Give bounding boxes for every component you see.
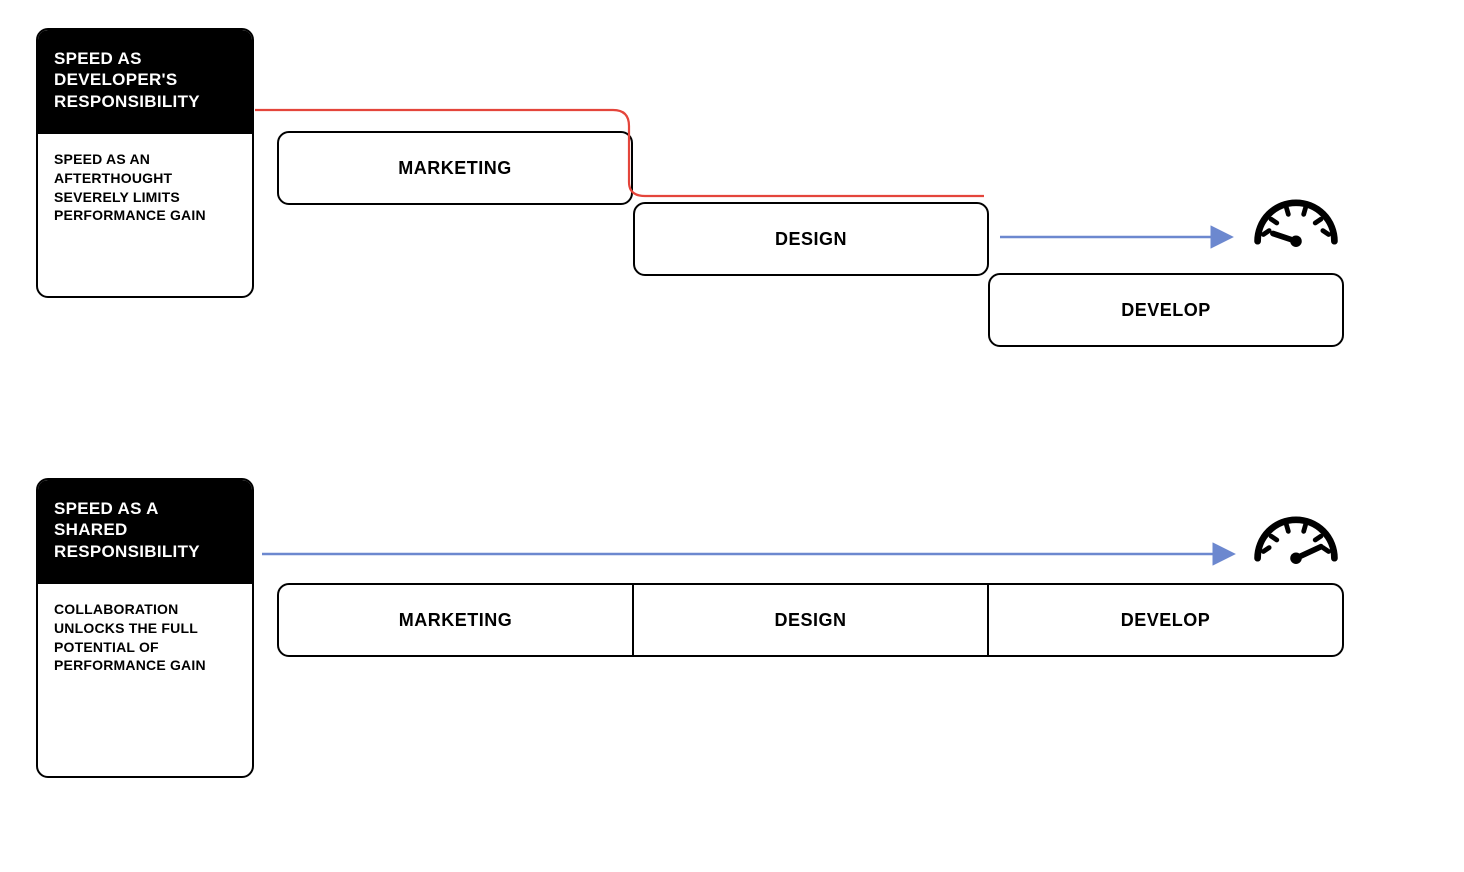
stage-label: DEVELOP bbox=[1121, 610, 1211, 631]
stage-label: DESIGN bbox=[775, 229, 847, 250]
stage-label: DEVELOP bbox=[1121, 300, 1211, 321]
stage-box-develop-top: DEVELOP bbox=[988, 273, 1344, 347]
stage-box-marketing-top: MARKETING bbox=[277, 131, 633, 205]
card-shared-responsibility: SPEED AS A SHARED RESPONSIBILITY COLLABO… bbox=[36, 478, 254, 778]
diagram-canvas: SPEED AS DEVELOPER'S RESPONSIBILITY SPEE… bbox=[0, 0, 1464, 872]
card-developer-responsibility: SPEED AS DEVELOPER'S RESPONSIBILITY SPEE… bbox=[36, 28, 254, 298]
card-title: SPEED AS DEVELOPER'S RESPONSIBILITY bbox=[38, 30, 252, 134]
stage-box-marketing-bottom: MARKETING bbox=[279, 585, 632, 655]
stage-label: DESIGN bbox=[774, 610, 846, 631]
card-title: SPEED AS A SHARED RESPONSIBILITY bbox=[38, 480, 252, 584]
speedometer-icon bbox=[1248, 186, 1344, 258]
stage-box-develop-bottom: DEVELOP bbox=[987, 585, 1342, 655]
stage-label: MARKETING bbox=[398, 158, 512, 179]
stage-label: MARKETING bbox=[399, 610, 513, 631]
card-description: COLLABORATION UNLOCKS THE FULL POTENTIAL… bbox=[38, 584, 252, 696]
card-description: SPEED AS AN AFTERTHOUGHT SEVERELY LIMITS… bbox=[38, 134, 252, 246]
shared-stage-row: MARKETING DESIGN DEVELOP bbox=[277, 583, 1344, 657]
stage-box-design-bottom: DESIGN bbox=[632, 585, 987, 655]
speedometer-icon bbox=[1248, 503, 1344, 575]
stage-box-design-top: DESIGN bbox=[633, 202, 989, 276]
